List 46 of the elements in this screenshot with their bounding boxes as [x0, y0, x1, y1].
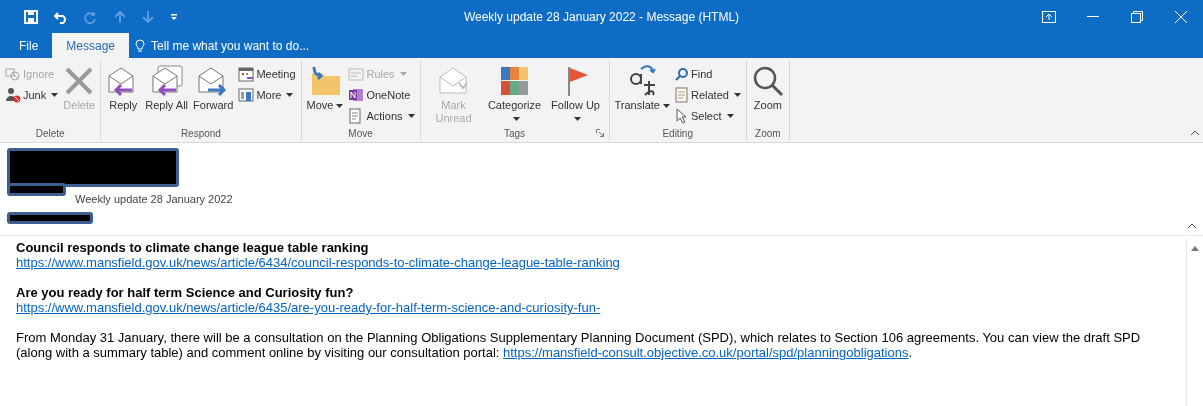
group-label: Zoom [755, 127, 781, 139]
group-label: Tags [503, 127, 526, 139]
window-title: Weekly update 28 January 2022 - Message (HTML) [463, 9, 740, 24]
rules-icon [348, 65, 365, 82]
article-heading: Are you ready for half term Science and Curiosity fun? [16, 285, 355, 300]
message-subject: Weekly update 28 January 2022 [75, 193, 233, 205]
dialog-launcher-icon[interactable] [595, 129, 604, 137]
ribbon-button[interactable]: Meeting [236, 63, 298, 84]
ribbon-button[interactable]: More [236, 84, 298, 105]
ribbon-button[interactable]: Junk [3, 84, 61, 105]
notebook-icon [348, 86, 365, 103]
group-label: Move [348, 127, 373, 139]
group-label: Respond [180, 127, 221, 139]
document-icon [674, 86, 689, 103]
article-link[interactable]: https://www.mansfield.gov.uk/news/article/6435/are-you-ready-for-half-term-science-and-curiosity-fun- [16, 300, 601, 315]
ribbon-tab[interactable]: File [5, 33, 53, 58]
ribbon-button[interactable]: Categorize [484, 63, 545, 126]
ribbon-button[interactable]: OneNote [346, 84, 417, 105]
ribbon-button[interactable]: Zoom [749, 63, 786, 126]
ribbon-button[interactable]: Translate [612, 63, 672, 126]
article-link[interactable]: https://www.mansfield.gov.uk/news/article/6434/council-responds-to-climate-change-league-table-ranking [16, 255, 620, 270]
ribbon-button[interactable]: Follow Up [545, 63, 606, 126]
group-label: Editing [662, 127, 693, 139]
ribbon-button[interactable]: Reply [104, 63, 143, 126]
cursor-icon [674, 107, 689, 124]
scroll-up-icon[interactable] [1191, 246, 1199, 251]
ignore-icon [5, 65, 21, 82]
ribbon-button[interactable]: Find [672, 63, 743, 84]
article-heading: Council responds to climate change league table ranking [16, 240, 370, 255]
ribbon-button[interactable]: Move [304, 63, 346, 126]
paragraph: From Monday 31 January, there will be a consultation on the Planning Obligations Supplementary Planning Document (SPD), which relates to Section 106 agreements. You can view the draft SPD (along with a summary table) and comment online by visiting our consultation portal: https://mansfield-consult.objective.co.uk/portal/spd/planningobligations. [16, 330, 1142, 360]
ribbon-button[interactable]: Forward [191, 63, 236, 126]
reply-all-icon [149, 63, 184, 99]
tell-me-field[interactable]: Tell me what you want to do... [135, 33, 354, 58]
lightbulb-icon [135, 38, 146, 53]
ribbon-button[interactable]: Select [672, 105, 743, 126]
group-label: Delete [35, 127, 65, 139]
ribbon-button[interactable]: Related [672, 84, 743, 105]
ribbon-button[interactable]: Actions [346, 105, 417, 126]
search-icon [674, 66, 689, 81]
collapse-icon[interactable] [1190, 130, 1200, 136]
collapse-icon[interactable] [1187, 223, 1197, 229]
junk-icon [5, 86, 21, 103]
calendar-icon [238, 65, 255, 82]
ribbon-button[interactable]: Reply All [143, 63, 191, 126]
ribbon-tab[interactable]: Message [52, 33, 130, 58]
